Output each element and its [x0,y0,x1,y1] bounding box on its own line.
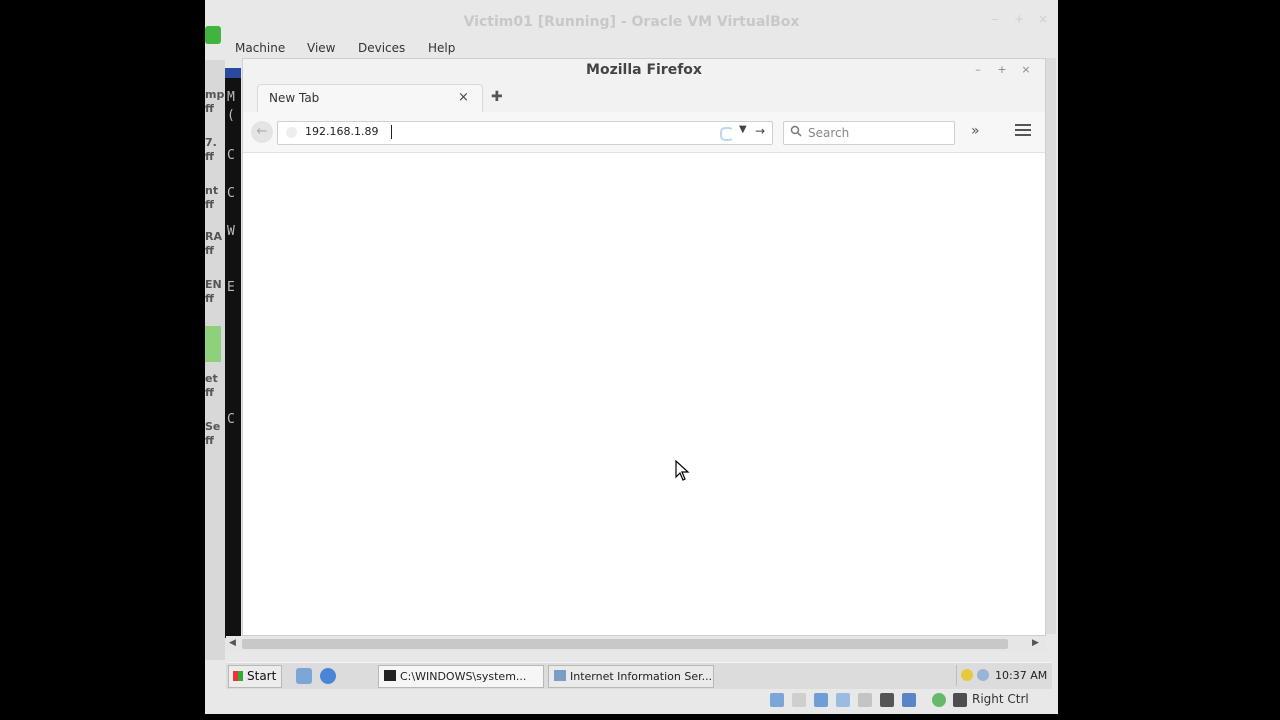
security-shield-icon[interactable] [961,669,973,681]
taskbar-item-cmd[interactable]: C:\WINDOWS\system... [378,665,544,688]
strip-label: et [205,372,218,385]
menu-view[interactable]: View [307,38,335,58]
virtualbox-title: Victim01 [Running] - Oracle VM VirtualBo… [463,14,800,30]
vbox-maximize-button[interactable]: + [1012,12,1026,26]
back-button[interactable]: ← [251,121,273,143]
vbox-close-button[interactable]: × [1036,12,1050,26]
search-input[interactable]: Search [808,126,849,140]
green-highlight [205,326,221,362]
scroll-right-icon[interactable]: ▶ [1032,638,1039,648]
go-arrow-icon[interactable]: → [755,124,765,138]
url-dropdown-icon[interactable]: ▼ [739,124,747,135]
video-capture-icon[interactable] [902,693,916,707]
windows-taskbar: Start C:\WINDOWS\system... Internet Info… [226,662,1052,689]
new-tab-icon[interactable]: ✚ [491,89,503,105]
strip-label: 7. [205,136,217,149]
search-icon [790,125,802,140]
overflow-chevron-icon[interactable]: » [971,123,980,139]
vbox-minimize-button[interactable]: – [988,12,1002,26]
start-label: Start [247,669,277,683]
scroll-left-icon[interactable]: ◀ [229,638,236,648]
guest-desktop-strip: mp ff 7. ff nt ff RA ff EN ff et ff Se f… [205,60,225,660]
console-char: E [227,280,235,295]
display-icon[interactable] [880,693,894,707]
strip-label: ff [205,150,214,163]
cpu-icon[interactable] [932,693,946,707]
console-char: M [227,90,235,105]
console-titlebar [225,68,241,78]
hamburger-menu-icon[interactable] [1015,122,1031,138]
tab-label: New Tab [269,91,320,105]
horizontal-scrollbar[interactable]: ◀ ▶ [226,636,1046,652]
navigation-toolbar: ← 192.168.1.89 ▼ → Search » [243,112,1045,153]
network-tray-icon[interactable] [977,669,989,681]
menu-machine[interactable]: Machine [235,38,285,58]
menu-devices[interactable]: Devices [358,38,405,58]
tab-new-tab[interactable]: New Tab × [257,84,483,113]
loading-spinner-icon [720,127,734,141]
taskbar-item-label: Internet Information Ser... [570,670,713,683]
iis-icon [554,670,566,681]
strip-label: ff [205,102,214,115]
show-desktop-icon[interactable] [296,668,312,684]
strip-label: ff [205,386,214,399]
taskbar-item-iis[interactable]: Internet Information Ser... [548,665,714,688]
vbox-statusbar: Right Ctrl [205,688,1058,712]
search-box[interactable]: Search [783,121,955,145]
network-icon[interactable] [836,693,850,707]
ff-maximize-button[interactable]: + [995,63,1009,77]
console-char: C [227,148,235,163]
console-char: ( [227,108,235,123]
mouse-integration-icon[interactable] [953,693,967,707]
windows-flag-icon [233,671,243,681]
console-char: W [227,224,235,239]
shared-folders-icon[interactable] [858,693,872,707]
url-bar[interactable]: 192.168.1.89 ▼ → [277,121,773,145]
strip-label: RA [205,230,222,243]
ff-close-button[interactable]: × [1019,63,1033,77]
console-char: C [227,186,235,201]
firefox-title: Mozilla Firefox [586,62,702,78]
taskbar-item-label: C:\WINDOWS\system... [400,670,527,683]
mouse-cursor-icon [675,459,691,486]
hard-disk-icon[interactable] [770,693,784,707]
page-content[interactable] [243,153,1045,635]
host-key-label: Right Ctrl [972,692,1029,706]
console-window-edge: M ( C C W E C [225,68,241,638]
strip-label: ff [205,292,214,305]
start-button[interactable]: Start [228,665,282,688]
strip-label: Se [205,420,221,433]
strip-label: nt [205,184,219,197]
clock: 10:37 AM [995,669,1048,682]
vbox-menubar: Machine View Devices Help [205,38,1058,58]
usb-icon[interactable] [814,693,828,707]
strip-label: ff [205,198,214,211]
horizontal-scroll-thumb[interactable] [242,639,1008,649]
strip-label: ff [205,244,214,257]
text-caret [391,125,392,139]
strip-label: EN [205,278,222,291]
console-char: C [227,412,235,427]
strip-label: mp [205,88,225,101]
vertical-scrollbar[interactable] [1046,58,1056,634]
url-input[interactable]: 192.168.1.89 [305,125,378,138]
firefox-window: Mozilla Firefox – + × New Tab × ✚ ← 192.… [242,58,1046,636]
optical-drive-icon[interactable] [792,693,806,707]
cmd-icon [384,670,396,681]
menu-help[interactable]: Help [428,38,455,58]
system-tray: 10:37 AM [956,665,1051,686]
ff-minimize-button[interactable]: – [971,63,985,77]
ie-icon[interactable] [320,668,336,684]
tab-close-icon[interactable]: × [458,90,469,105]
site-identity-icon[interactable] [286,127,297,138]
strip-label: ff [205,434,214,447]
